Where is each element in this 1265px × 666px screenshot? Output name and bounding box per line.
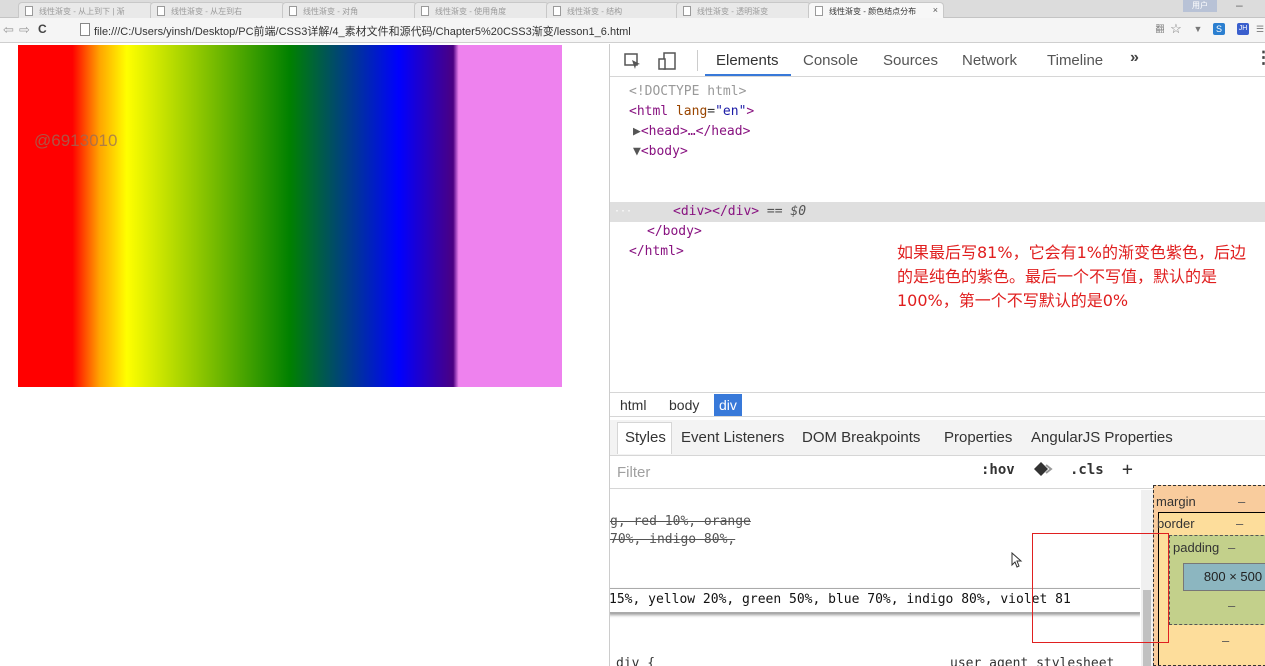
page-icon <box>421 6 429 16</box>
back-arrow-icon[interactable]: ⇦ <box>3 22 14 38</box>
collapse-triangle-icon[interactable]: ▼ <box>633 144 641 159</box>
page-icon <box>553 6 561 16</box>
styles-filter-bar: Filter :hov .cls + <box>610 457 1155 489</box>
browser-tab[interactable]: 线性渐变 - 使用角度 <box>414 2 549 18</box>
url-field[interactable]: file:///C:/Users/yinsh/Desktop/PC前端/CSS3… <box>94 23 631 39</box>
rule-selector[interactable]: div { <box>616 656 655 666</box>
dom-body-close[interactable]: </body> <box>647 222 702 242</box>
tab-network[interactable]: Network <box>962 52 1017 69</box>
node-options-icon[interactable]: ··· <box>614 202 632 222</box>
dom-html-close[interactable]: </html> <box>629 242 684 262</box>
highlight-rectangle <box>1032 533 1169 643</box>
page-icon <box>815 6 823 16</box>
rule-source: user agent stylesheet <box>950 656 1115 666</box>
devtools-toolbar: Elements Console Sources Network Timelin… <box>610 44 1265 77</box>
tab-console[interactable]: Console <box>803 52 858 69</box>
hover-state-button[interactable]: :hov <box>981 462 1015 478</box>
box-border-bottom[interactable]: – <box>1222 633 1229 648</box>
element-state-icon[interactable] <box>1033 461 1053 481</box>
class-toggle-button[interactable]: .cls <box>1070 462 1104 478</box>
overridden-declaration: g, red 10%, orange <box>610 514 751 529</box>
browser-tab[interactable]: 线性渐变 - 结构 <box>546 2 681 18</box>
device-toggle-icon[interactable] <box>657 51 677 71</box>
filter-icon[interactable]: ▼ <box>1192 23 1204 35</box>
tab-timeline[interactable]: Timeline <box>1047 52 1103 69</box>
user-profile-button[interactable]: 用户 <box>1183 0 1217 12</box>
browser-tab-bar: 线性渐变 - 从上到下 | 渐 线性渐变 - 从左到右 线性渐变 - 对角 线性… <box>0 0 1265 19</box>
jh-icon[interactable]: JH <box>1237 23 1249 35</box>
subtab-dom-breakpoints[interactable]: DOM Breakpoints <box>802 429 920 446</box>
page-icon <box>289 6 297 16</box>
star-icon[interactable]: ☆ <box>1170 22 1182 35</box>
dom-div-node[interactable]: <div></div> == $0 <box>673 202 806 222</box>
subtab-styles[interactable]: Styles <box>625 429 666 446</box>
box-padding-value[interactable]: – <box>1228 540 1235 555</box>
toolbar-divider <box>697 50 698 71</box>
box-margin-value[interactable]: – <box>1238 494 1245 509</box>
reload-icon[interactable]: C <box>38 22 47 36</box>
tab-elements[interactable]: Elements <box>716 52 779 69</box>
forward-arrow-icon[interactable]: ⇨ <box>19 22 30 38</box>
watermark: @6913010 <box>34 131 118 150</box>
breadcrumb-body[interactable]: body <box>664 394 704 416</box>
add-rule-button[interactable]: + <box>1122 459 1133 480</box>
active-tab-indicator <box>705 74 791 76</box>
address-bar: ⇦ ⇨ C file:///C:/Users/yinsh/Desktop/PC前… <box>0 18 1265 43</box>
dom-doctype[interactable]: <!DOCTYPE html> <box>629 82 746 102</box>
browser-tab[interactable]: 线性渐变 - 对角 <box>282 2 417 18</box>
mouse-cursor-icon <box>1011 551 1023 571</box>
box-margin-label: margin <box>1156 494 1196 509</box>
box-border-label: border <box>1157 516 1195 531</box>
translate-icon[interactable]: 翻 <box>1154 23 1166 35</box>
inspect-element-icon[interactable] <box>623 51 643 71</box>
page-icon <box>683 6 691 16</box>
dom-head-node[interactable]: ▶<head>…</head> <box>633 122 750 142</box>
close-tab-icon[interactable]: × <box>933 5 938 15</box>
tab-sources[interactable]: Sources <box>883 52 938 69</box>
styles-subtab-bar: Styles Event Listeners DOM Breakpoints P… <box>610 420 1265 456</box>
more-icon[interactable]: ☰ <box>1254 23 1265 35</box>
box-padding: padding – 800 × 500 – <box>1169 535 1265 625</box>
subtab-properties[interactable]: Properties <box>944 429 1012 446</box>
screen-icon[interactable]: S <box>1213 23 1225 35</box>
box-padding-bottom[interactable]: – <box>1228 598 1235 613</box>
box-model-diagram: margin – border – padding – 800 × 500 – … <box>1153 485 1265 666</box>
breadcrumb-html[interactable]: html <box>615 394 651 416</box>
breadcrumb-div[interactable]: div <box>714 394 742 416</box>
more-tabs-icon[interactable]: » <box>1130 49 1139 67</box>
filter-input[interactable]: Filter <box>617 464 650 481</box>
box-padding-label: padding <box>1173 540 1220 555</box>
browser-tab[interactable]: 线性渐变 - 从左到右 <box>150 2 285 18</box>
overridden-declaration: 70%, indigo 80%, <box>610 532 736 547</box>
browser-tab[interactable]: 线性渐变 - 从上到下 | 渐 <box>18 2 153 18</box>
page-icon <box>80 23 90 36</box>
subtab-event-listeners[interactable]: Event Listeners <box>681 429 784 446</box>
devtools-menu-icon[interactable]: ⋮ <box>1255 48 1265 68</box>
style-rule-header: div { user agent stylesheet <box>616 656 1140 666</box>
box-border: border – padding – 800 × 500 – – <box>1157 512 1265 665</box>
box-border-value[interactable]: – <box>1236 516 1243 531</box>
subtab-angularjs-properties[interactable]: AngularJS Properties <box>1031 429 1173 446</box>
gradient-div <box>18 45 562 387</box>
dom-body-open[interactable]: ▼<body> <box>633 142 688 162</box>
browser-tab-active[interactable]: 线性渐变 - 颜色结点分布 × <box>808 2 944 19</box>
dom-html-open[interactable]: <html lang="en"> <box>629 102 754 122</box>
annotation-text: 如果最后写81%，它会有1%的渐变色紫色，后边的是纯色的紫色。最后一个不写值，默… <box>897 243 1246 310</box>
minimize-button[interactable]: – <box>1236 0 1243 12</box>
breadcrumb: html body div <box>610 392 1265 417</box>
browser-tab[interactable]: 线性渐变 - 透明渐变 <box>676 2 811 18</box>
expand-triangle-icon[interactable]: ▶ <box>633 124 641 139</box>
box-content-size[interactable]: 800 × 500 <box>1183 563 1265 591</box>
page-icon <box>25 6 33 16</box>
page-icon <box>157 6 165 16</box>
